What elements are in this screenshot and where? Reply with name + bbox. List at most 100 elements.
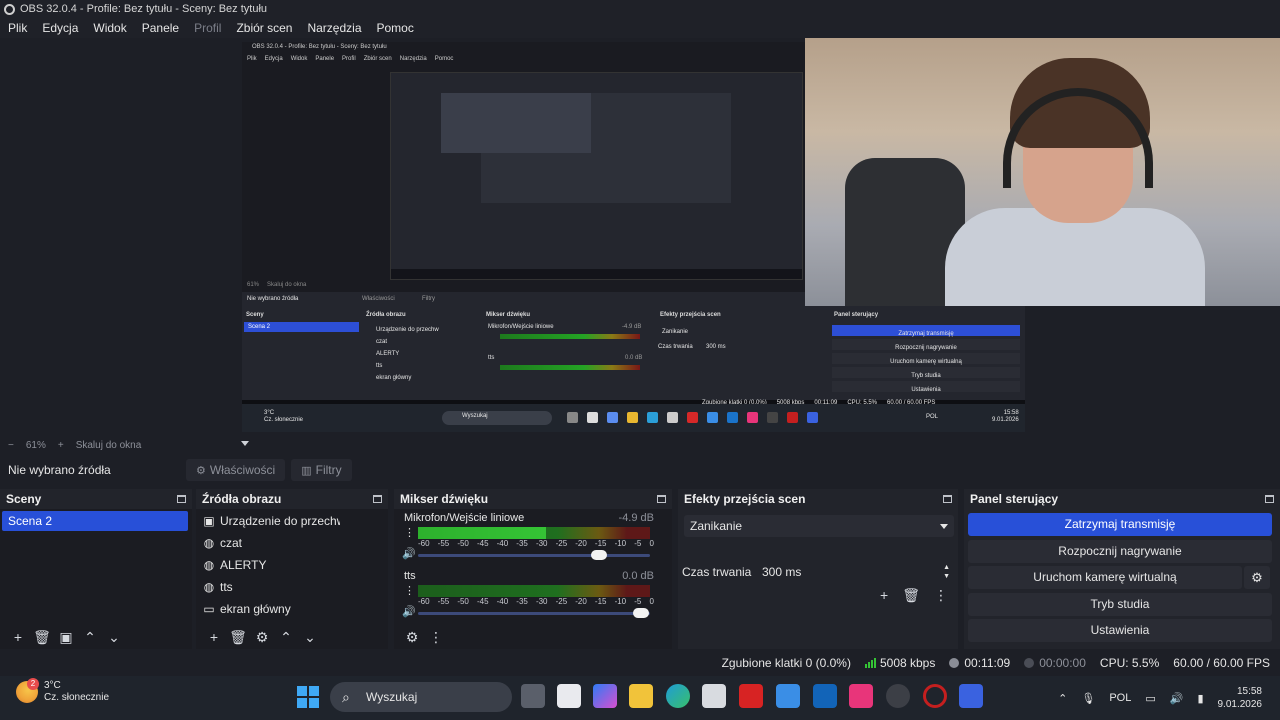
transitions-body: Zanikanie Czas trwania 300 ms ▲ ▼ + 🗑 ⋮ (678, 509, 958, 649)
volume-icon[interactable]: 🔊 (1170, 692, 1184, 705)
menu-profil[interactable]: Profil (194, 21, 221, 35)
mini-app-icon (567, 412, 578, 423)
gear-icon[interactable]: ⚙ (250, 629, 274, 646)
audio-meter (418, 527, 650, 539)
add-icon[interactable]: + (880, 587, 888, 604)
obs-logo-icon (4, 3, 15, 15)
tiktok-icon[interactable] (849, 684, 873, 708)
notepad-icon[interactable] (557, 684, 581, 708)
kebab-menu-icon[interactable]: ⋮ (934, 587, 948, 604)
kebab-menu-icon[interactable]: ⋮ (404, 586, 415, 597)
search-icon: ⌕ (342, 689, 350, 705)
zoom-in-icon[interactable]: + (58, 440, 64, 451)
edge-icon[interactable] (666, 684, 690, 708)
meter-tick: -60 (418, 597, 430, 606)
battery-icon[interactable]: ▮ (1197, 692, 1203, 705)
duration-field[interactable]: 300 ms ▲ ▼ (756, 561, 954, 583)
trash-icon[interactable]: 🗑 (226, 629, 250, 646)
menu-plik[interactable]: Plik (8, 21, 27, 35)
weather-widget[interactable]: 2 3°C Cz. słonecznie (16, 678, 109, 704)
transition-select[interactable]: Zanikanie (684, 515, 954, 537)
store-icon[interactable] (702, 684, 726, 708)
scene-item[interactable]: Scena 2 (2, 511, 188, 531)
microphone-icon[interactable]: 🎙 (1081, 692, 1095, 705)
arrow-up-icon[interactable]: ⌃ (78, 629, 102, 646)
undock-icon[interactable] (177, 494, 186, 503)
scene-filter-icon[interactable]: ▣ (54, 629, 78, 646)
mini-properties: Właściwości (362, 296, 395, 302)
app-blue-icon[interactable] (959, 684, 983, 708)
arrow-up-icon[interactable]: ⌃ (274, 629, 298, 646)
transition-select-value: Zanikanie (690, 519, 743, 533)
zoom-out-icon[interactable]: − (8, 440, 14, 451)
meter-tick: -5 (634, 539, 642, 548)
menu-zbior-scen[interactable]: Zbiór scen (236, 21, 292, 35)
speaker-icon[interactable]: 🔊 (402, 547, 416, 560)
meter-tick: -15 (594, 539, 607, 548)
menu-pomoc[interactable]: Pomoc (377, 21, 414, 35)
scenes-dock-header: Sceny (0, 489, 192, 508)
virtual-camera-button[interactable]: Uruchom kamerę wirtualną (968, 566, 1242, 589)
app-l-icon[interactable] (739, 684, 763, 708)
add-icon[interactable]: + (6, 629, 30, 645)
volume-slider[interactable] (418, 550, 650, 560)
mini-control-label: Rozpocznij nagrywanie (895, 345, 957, 351)
network-icon[interactable]: ▭ (1145, 692, 1155, 705)
gear-icon[interactable]: ⚙ (1244, 566, 1270, 589)
properties-button[interactable]: ⚙ Właściwości (186, 459, 286, 481)
spinner-icon[interactable]: ▲ ▼ (943, 563, 950, 581)
speaker-icon[interactable]: 🔊 (402, 605, 416, 618)
kebab-menu-icon[interactable]: ⋮ (424, 629, 448, 646)
menu-edycja[interactable]: Edycja (42, 21, 78, 35)
chevron-down-icon[interactable] (241, 441, 249, 446)
task-view-icon[interactable] (521, 684, 545, 708)
trash-icon[interactable]: 🗑 (902, 587, 920, 604)
meter-tick: -10 (614, 597, 627, 606)
undock-icon[interactable] (373, 494, 382, 503)
stop-stream-button[interactable]: Zatrzymaj transmisję (968, 513, 1272, 536)
settings-button[interactable]: Ustawienia (968, 619, 1272, 642)
mini-recursive-preview-3 (441, 93, 591, 153)
windows-start-icon[interactable] (297, 686, 319, 708)
obs-taskbar-icon[interactable] (886, 684, 910, 708)
studio-mode-button[interactable]: Tryb studia (968, 593, 1272, 616)
arrow-down-icon[interactable]: ⌄ (102, 629, 126, 646)
file-explorer-icon[interactable] (629, 684, 653, 708)
mixer-track-db: 0.0 dB (622, 570, 654, 582)
mini-app-icon (627, 412, 638, 423)
add-icon[interactable]: + (202, 629, 226, 645)
menu-widok[interactable]: Widok (93, 21, 126, 35)
menu-panele[interactable]: Panele (142, 21, 179, 35)
chevron-up-icon[interactable]: ⌃ (1058, 692, 1067, 705)
arrow-down-icon[interactable]: ⌄ (298, 629, 322, 646)
mixer-track-name: Mikrofon/Wejście liniowe (404, 512, 525, 524)
start-recording-button[interactable]: Rozpocznij nagrywanie (968, 540, 1272, 563)
preview-area[interactable]: OBS 32.0.4 - Profile: Bez tytułu - Sceny… (0, 38, 1280, 438)
dropped-frames: Zgubione klatki 0 (0.0%) (721, 656, 851, 670)
undock-icon[interactable] (1265, 494, 1274, 503)
volume-slider-handle[interactable] (632, 608, 649, 618)
meter-tick: -35 (516, 597, 528, 606)
language-indicator[interactable]: POL (1109, 692, 1131, 704)
taskbar-search[interactable]: ⌕ Wyszukaj (330, 682, 512, 712)
undock-icon[interactable] (943, 494, 952, 503)
opera-icon[interactable] (923, 684, 947, 708)
zoom-fit[interactable]: Skaluj do okna (76, 440, 142, 451)
webcam-overlay (805, 38, 1280, 306)
mini-source-item: ekran główny (376, 375, 412, 381)
taskbar-clock[interactable]: 15:58 9.01.2026 (1218, 685, 1263, 711)
outlook-icon[interactable] (813, 684, 837, 708)
filters-button[interactable]: ▥ Filtry (291, 459, 352, 481)
mini-app-icon (767, 412, 778, 423)
mixer-settings-icon[interactable]: ⚙ (400, 629, 424, 646)
menu-narzedzia[interactable]: Narzędzia (307, 21, 361, 35)
kebab-menu-icon[interactable]: ⋮ (404, 528, 415, 539)
meter-tick: -40 (496, 539, 509, 548)
copilot-icon[interactable] (593, 684, 617, 708)
trash-icon[interactable]: 🗑 (30, 629, 54, 646)
paint-icon[interactable] (776, 684, 800, 708)
volume-slider[interactable] (418, 608, 650, 618)
volume-slider-handle[interactable] (590, 550, 607, 560)
undock-icon[interactable] (657, 494, 666, 503)
system-tray: ⌃ 🎙 POL ▭ 🔊 ▮ 15:58 9.01.2026 (1058, 676, 1280, 720)
